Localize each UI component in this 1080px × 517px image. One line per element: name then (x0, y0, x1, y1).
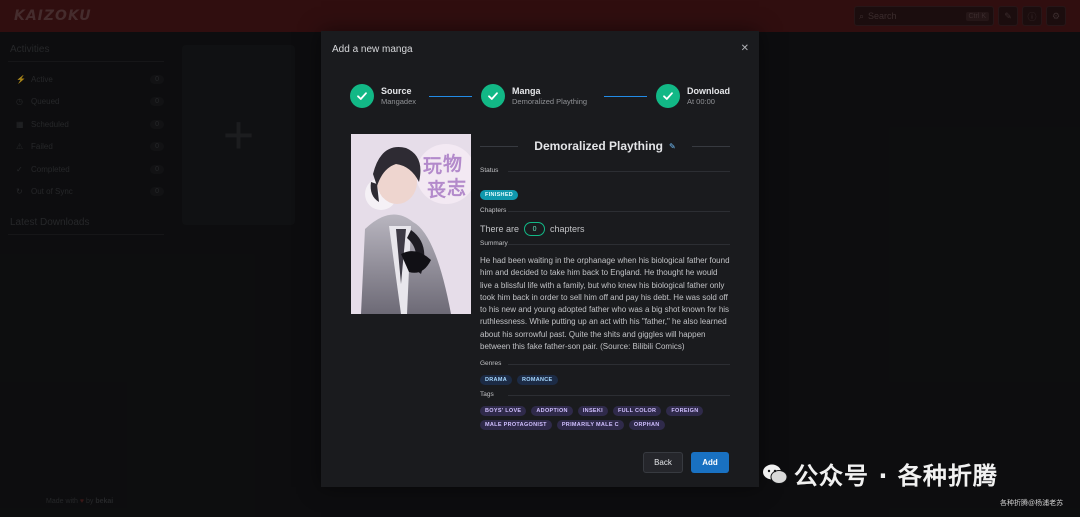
stepper: Source Mangadex Manga Demoralized Playth… (350, 84, 740, 110)
back-button[interactable]: Back (643, 452, 683, 473)
check-icon (481, 84, 505, 108)
manga-info: Demoralized Plaything ✎ Status FINISHED … (480, 134, 730, 431)
step-description: Mangadex (381, 96, 417, 106)
cover-title-char: 玩 (423, 155, 442, 177)
tag-badge: BOYS' LOVE (480, 406, 527, 417)
step-download[interactable]: Download At 00:00 (656, 84, 730, 108)
watermark-subtext: 各种折腾@杨浦老苏 (1000, 500, 1064, 507)
step-connector (604, 96, 647, 97)
step-description: Demoralized Plaything (512, 96, 588, 106)
step-connector (429, 96, 472, 97)
step-manga[interactable]: Manga Demoralized Plaything (481, 84, 587, 108)
step-label: Source (381, 85, 412, 96)
genre-badge: DRAMA (480, 375, 512, 386)
step-label: Manga (512, 85, 541, 96)
tag-badge: MALE PROTAGONIST (480, 420, 552, 431)
step-description: At 00:00 (687, 96, 715, 106)
wechat-icon (763, 464, 788, 484)
tag-badge: ADOPTION (531, 406, 573, 417)
watermark: 公众号 · 各种折腾 (762, 456, 998, 491)
manga-summary: He had been waiting in the orphanage whe… (480, 256, 730, 352)
chapters-prefix: There are (480, 224, 520, 234)
chapters-row: There are 0 chapters (480, 222, 730, 236)
tags-list: BOYS' LOVE ADOPTION INSEKI FULL COLOR FO… (480, 406, 720, 431)
manga-title: Demoralized Plaything (534, 139, 663, 153)
cover-title-char: 物 (443, 152, 462, 175)
tag-badge: FOREIGN (666, 406, 704, 417)
manga-title-row: Demoralized Plaything ✎ (480, 134, 730, 158)
watermark-text: 公众号 · 各种折腾 (794, 462, 998, 490)
genres-label: Genres (480, 360, 730, 369)
check-icon (350, 84, 374, 108)
tag-badge: PRIMARILY MALE C (556, 420, 624, 431)
tags-label: Tags (480, 391, 730, 400)
cover-title-char: 志 (447, 176, 466, 199)
tag-badge: INSEKI (577, 406, 608, 417)
cover-title-char: 丧 (427, 179, 447, 201)
status-label: Status (480, 167, 730, 176)
edit-icon[interactable]: ✎ (669, 142, 676, 151)
summary-label: Summary (480, 240, 730, 249)
manga-cover-image: 玩 物 丧 志 (351, 134, 471, 314)
close-button[interactable]: ✕ (741, 43, 749, 54)
add-button[interactable]: Add (691, 452, 729, 473)
genres-list: DRAMA ROMANCE (480, 375, 730, 386)
chapters-suffix: chapters (550, 224, 585, 234)
chapters-label: Chapters (480, 207, 730, 216)
modal-title: Add a new manga (332, 44, 413, 55)
step-label: Download (687, 85, 730, 96)
status-badge: FINISHED (480, 190, 519, 200)
add-manga-modal: Add a new manga ✕ Source Mangadex Manga … (321, 31, 759, 487)
close-icon: ✕ (740, 43, 749, 54)
step-source[interactable]: Source Mangadex (350, 84, 416, 108)
check-icon (656, 84, 680, 108)
tag-badge: ORPHAN (628, 420, 665, 431)
chapters-count-badge: 0 (524, 222, 546, 236)
genre-badge: ROMANCE (516, 375, 558, 386)
tag-badge: FULL COLOR (612, 406, 662, 417)
